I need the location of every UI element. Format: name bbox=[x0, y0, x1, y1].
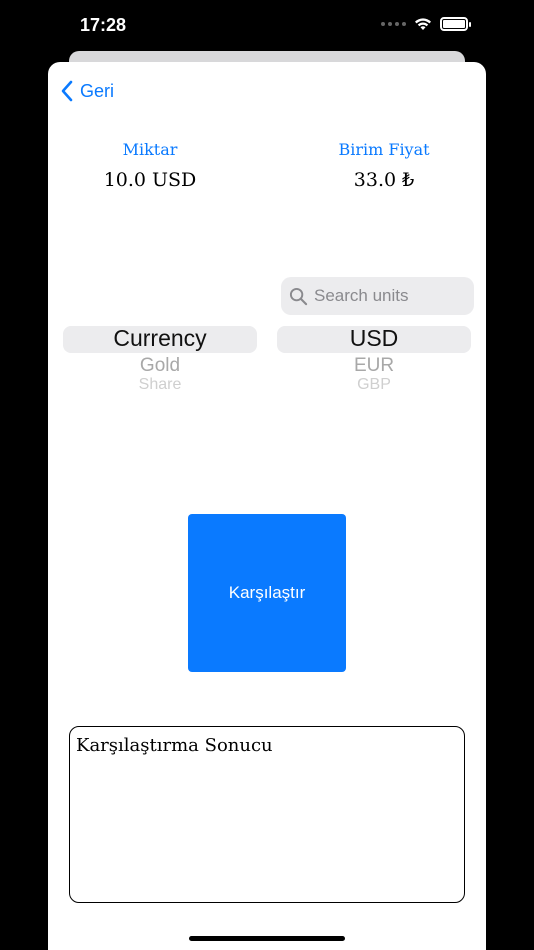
search-units-box[interactable] bbox=[281, 277, 474, 315]
search-icon bbox=[289, 287, 308, 305]
unit-picker-item[interactable]: EUR bbox=[277, 355, 471, 377]
category-picker-item[interactable]: Gold bbox=[63, 355, 257, 377]
status-icons bbox=[381, 17, 471, 31]
status-time: 17:28 bbox=[80, 15, 127, 35]
category-picker-item[interactable]: Currency bbox=[63, 325, 257, 352]
cellular-signal-icon bbox=[381, 22, 406, 26]
unit-picker[interactable]: USD EUR GBP bbox=[277, 322, 471, 392]
quantity-value[interactable]: 10.0 USD bbox=[60, 169, 240, 191]
status-bar: 17:28 bbox=[0, 0, 534, 52]
category-picker[interactable]: Currency Gold Share bbox=[63, 322, 257, 392]
search-units-input[interactable] bbox=[314, 286, 464, 306]
unit-price-value[interactable]: 33.0 ₺ bbox=[294, 169, 474, 191]
home-indicator[interactable] bbox=[189, 936, 345, 941]
back-button-label: Geri bbox=[80, 80, 115, 101]
battery-icon bbox=[440, 17, 471, 31]
category-picker-item[interactable]: Share bbox=[63, 376, 257, 392]
back-button[interactable]: Geri bbox=[60, 80, 114, 102]
chevron-left-icon bbox=[61, 80, 73, 102]
unit-picker-item[interactable]: GBP bbox=[277, 376, 471, 392]
wifi-icon bbox=[415, 18, 431, 30]
result-text: Karşılaştırma Sonucu bbox=[76, 735, 273, 756]
unit-price-label: Birim Fiyat bbox=[338, 140, 430, 159]
compare-button[interactable]: Karşılaştır bbox=[188, 514, 346, 672]
unit-picker-item[interactable]: USD bbox=[277, 325, 471, 352]
quantity-label: Miktar bbox=[122, 140, 178, 159]
result-text-area[interactable]: Karşılaştırma Sonucu bbox=[69, 726, 465, 903]
